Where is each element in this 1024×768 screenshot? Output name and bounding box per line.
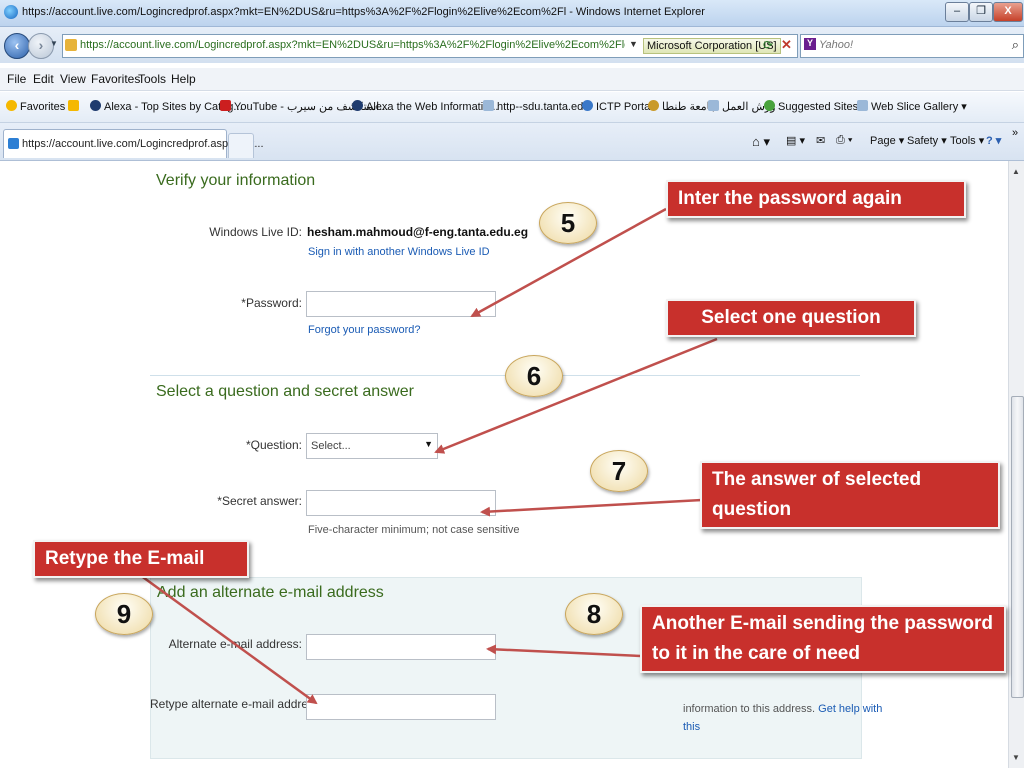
menu-favorites[interactable]: Favorites — [91, 72, 140, 86]
sign-in-other-link[interactable]: Sign in with another Windows Live ID — [308, 246, 490, 258]
alt-email-input[interactable] — [306, 634, 496, 660]
address-dropdown-icon[interactable]: ▼ — [629, 39, 638, 49]
safety-menu[interactable]: Safety ▾ — [907, 134, 947, 147]
new-tab-button[interactable] — [228, 133, 254, 158]
page-icon — [857, 100, 868, 111]
ie-logo-icon — [4, 5, 18, 19]
alt-email-label: Alternate e-mail address: — [168, 637, 302, 651]
menu-tools[interactable]: Tools — [138, 72, 166, 86]
menu-file[interactable]: File — [7, 72, 26, 86]
fav-web-slice-gallery[interactable]: Web Slice Gallery ▾ — [857, 100, 967, 113]
window-title: https://account.live.com/Logincredprof.a… — [22, 6, 705, 18]
yahoo-icon: Y — [804, 38, 816, 50]
search-input[interactable]: Yahoo! — [819, 39, 853, 51]
callout-password: Inter the password again — [666, 180, 966, 218]
menu-bar: File Edit View Favorites Tools Help — [0, 68, 1024, 91]
toolbar-overflow[interactable]: » — [1012, 127, 1018, 139]
question-select[interactable]: Select... ▼ — [306, 433, 438, 459]
tools-menu[interactable]: Tools ▾ — [950, 134, 984, 147]
menu-view[interactable]: View — [60, 72, 86, 86]
question-title: Select a question and secret answer — [156, 383, 414, 400]
close-button[interactable]: X — [993, 2, 1023, 22]
search-icon[interactable]: ⌕ — [1012, 37, 1019, 53]
address-bar[interactable]: https://account.live.com/Logincredprof.a… — [62, 34, 798, 58]
alt-info-text: information to this address. Get help wi… — [683, 703, 883, 715]
globe-icon — [582, 100, 593, 111]
secret-answer-input[interactable] — [306, 490, 496, 516]
msn-icon — [8, 138, 19, 149]
callout-question: Select one question — [666, 299, 916, 337]
address-row: ‹ › ▼ https://account.live.com/Logincred… — [0, 27, 1024, 63]
get-help-link-cont[interactable]: this — [683, 721, 700, 733]
tab-bar: https://account.live.com/Logincredprof.a… — [0, 123, 1024, 161]
page-icon — [708, 100, 719, 111]
secret-answer-label: *Secret answer: — [217, 494, 302, 508]
step-number-8: 8 — [565, 593, 623, 635]
feeds-icon[interactable]: ▤ ▾ — [786, 134, 805, 147]
get-help-link[interactable]: Get help with — [818, 703, 882, 715]
stop-icon[interactable]: ✕ — [781, 37, 792, 53]
menu-help[interactable]: Help — [171, 72, 196, 86]
fav-sdu-tanta[interactable]: http--sdu.tanta.edu — [483, 100, 589, 113]
restore-button[interactable]: ❐ — [969, 2, 993, 22]
question-label: *Question: — [245, 438, 302, 452]
mail-icon[interactable]: ✉ — [816, 134, 825, 147]
title-bar: https://account.live.com/Logincredprof.a… — [0, 0, 1024, 27]
fav-ictp-portal[interactable]: ICTP Portal — [582, 100, 653, 113]
password-label: *Password: — [241, 296, 302, 310]
live-id-label: Windows Live ID: — [209, 225, 302, 239]
callout-alt-email: Another E-mail sending the password to i… — [640, 605, 1006, 673]
history-dropdown-icon[interactable]: ▼ — [50, 39, 58, 48]
forgot-password-link[interactable]: Forgot your password? — [308, 324, 421, 336]
youtube-icon — [220, 100, 231, 111]
favorites-bar: Favorites Alexa - Top Sites by Categ... … — [0, 92, 1024, 123]
menu-edit[interactable]: Edit — [33, 72, 54, 86]
star-icon — [6, 100, 17, 111]
fav-alexa-web-info[interactable]: Alexa the Web Informatio... — [352, 100, 498, 113]
help-icon[interactable]: ? ▾ — [986, 134, 1001, 147]
chevron-down-icon: ▼ — [424, 439, 433, 449]
add-favorite-icon[interactable] — [68, 100, 82, 113]
university-icon — [648, 100, 659, 111]
fav-tanta-university[interactable]: جامعة طنطا — [648, 100, 717, 113]
fav-suggested-sites[interactable]: Suggested Sites ▾ — [764, 100, 867, 113]
step-number-6: 6 — [505, 355, 563, 397]
live-id-value: hesham.mahmoud@f-eng.tanta.edu.eg — [307, 225, 529, 239]
alexa-icon — [352, 100, 363, 111]
retype-email-label: Retype alternate e-mail address: — [150, 697, 324, 711]
alexa-icon — [90, 100, 101, 111]
home-icon[interactable]: ⌂ ▾ — [752, 134, 770, 150]
refresh-icon[interactable]: ⟳ — [763, 38, 773, 52]
secret-answer-hint: Five-character minimum; not case sensiti… — [308, 524, 520, 536]
page-icon — [65, 39, 77, 51]
scroll-down-icon[interactable]: ▼ — [1012, 753, 1020, 762]
back-button[interactable]: ‹ — [4, 33, 30, 59]
retype-email-input[interactable] — [306, 694, 496, 720]
step-number-5: 5 — [539, 202, 597, 244]
minimize-button[interactable]: – — [945, 2, 969, 22]
scrollbar-thumb[interactable] — [1011, 396, 1024, 698]
question-select-value: Select... — [311, 440, 351, 452]
url-field[interactable]: https://account.live.com/Logincredprof.a… — [80, 39, 625, 51]
scroll-up-icon[interactable]: ▲ — [1012, 167, 1020, 176]
tab-account-live[interactable]: https://account.live.com/Logincredprof.a… — [3, 129, 264, 158]
callout-answer: The answer of selected question — [700, 461, 1000, 529]
vertical-scrollbar[interactable]: ▲ ▼ — [1008, 161, 1024, 768]
search-box[interactable]: Y Yahoo! ⌕ — [800, 34, 1024, 58]
alt-email-title: Add an alternate e-mail address — [157, 584, 384, 601]
suggested-sites-icon — [764, 100, 775, 111]
step-number-9: 9 — [95, 593, 153, 635]
print-icon[interactable]: ⎙ ▾ — [836, 134, 852, 147]
page-menu[interactable]: Page ▾ — [870, 134, 904, 147]
verify-title: Verify your information — [156, 172, 316, 189]
security-certificate[interactable]: Microsoft Corporation [US] — [643, 38, 781, 54]
page-icon — [483, 100, 494, 111]
favorites-button[interactable]: Favorites — [6, 100, 65, 113]
callout-retype: Retype the E-mail — [33, 540, 249, 578]
step-number-7: 7 — [590, 450, 648, 492]
password-input[interactable] — [306, 291, 496, 317]
